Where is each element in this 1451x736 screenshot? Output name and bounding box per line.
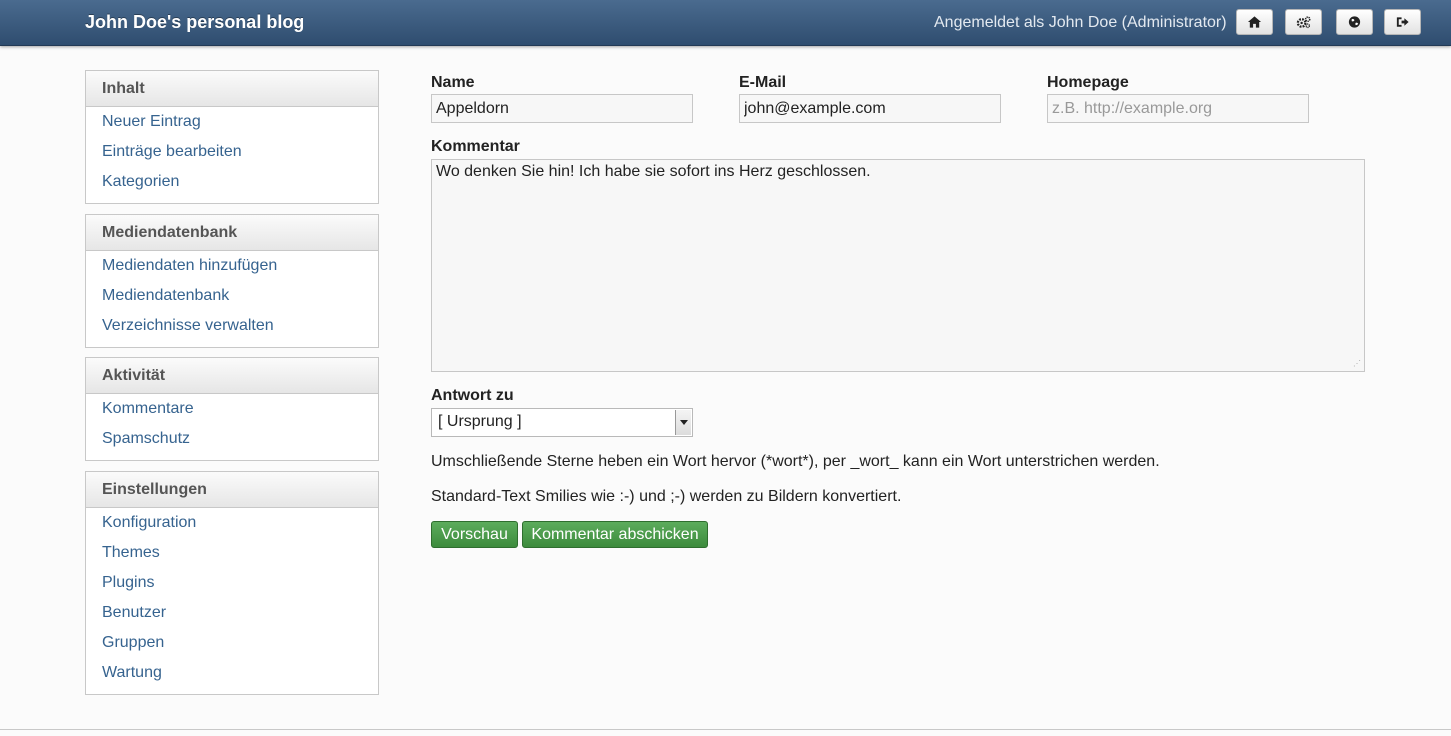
sidebar-item-neuer-eintrag[interactable]: Neuer Eintrag — [86, 111, 378, 141]
sidebar-panel-mediendatenbank: Mediendatenbank Mediendaten hinzufügen M… — [85, 214, 379, 348]
resize-grip-icon[interactable]: ⋰ — [1353, 360, 1363, 370]
sidebar-item-kategorien[interactable]: Kategorien — [86, 171, 378, 201]
settings-button[interactable] — [1285, 9, 1322, 35]
gears-icon — [1296, 16, 1311, 29]
sidebar-item-eintraege-bearbeiten[interactable]: Einträge bearbeiten — [86, 141, 378, 171]
sidebar-item-wartung[interactable]: Wartung — [86, 662, 378, 692]
home-icon — [1247, 16, 1262, 28]
panel-title: Einstellungen — [86, 472, 378, 508]
sidebar-item-kommentare[interactable]: Kommentare — [86, 398, 378, 428]
reply-to-label: Antwort zu — [431, 387, 514, 404]
markup-hint: Umschließende Sterne heben ein Wort herv… — [431, 453, 1160, 470]
comment-label: Kommentar — [431, 138, 520, 155]
smilies-hint: Standard-Text Smilies wie :-) und ;-) we… — [431, 488, 902, 505]
blog-title[interactable]: John Doe's personal blog — [85, 12, 304, 33]
globe-icon — [1348, 16, 1361, 28]
sidebar-panel-inhalt: Inhalt Neuer Eintrag Einträge bearbeiten… — [85, 70, 379, 204]
panel-title: Mediendatenbank — [86, 215, 378, 251]
preview-button[interactable]: Vorschau — [431, 521, 518, 548]
name-label: Name — [431, 74, 475, 91]
sidebar-item-plugins[interactable]: Plugins — [86, 572, 378, 602]
view-site-button[interactable] — [1336, 9, 1373, 35]
home-button[interactable] — [1236, 9, 1273, 35]
reply-to-select[interactable]: [ Ursprung ] — [431, 408, 693, 437]
sidebar-panel-einstellungen: Einstellungen Konfiguration Themes Plugi… — [85, 471, 379, 695]
footer-divider — [0, 729, 1451, 730]
logout-button[interactable] — [1384, 9, 1421, 35]
dropdown-arrow-icon[interactable] — [675, 410, 691, 435]
sidebar-item-mediendatenbank[interactable]: Mediendatenbank — [86, 285, 378, 315]
sidebar-item-mediendaten-hinzufuegen[interactable]: Mediendaten hinzufügen — [86, 255, 378, 285]
user-status: Angemeldet als John Doe (Administrator) — [934, 14, 1227, 31]
homepage-label: Homepage — [1047, 74, 1129, 91]
panel-title: Inhalt — [86, 71, 378, 107]
panel-title: Aktivität — [86, 358, 378, 394]
sidebar-item-konfiguration[interactable]: Konfiguration — [86, 512, 378, 542]
sidebar-item-gruppen[interactable]: Gruppen — [86, 632, 378, 662]
homepage-field[interactable] — [1047, 94, 1309, 123]
sidebar-item-themes[interactable]: Themes — [86, 542, 378, 572]
name-field[interactable] — [431, 94, 693, 123]
reply-to-selected: [ Ursprung ] — [438, 413, 522, 430]
top-navbar: John Doe's personal blog Angemeldet als … — [0, 0, 1451, 46]
logout-icon — [1396, 17, 1409, 27]
email-field[interactable] — [739, 94, 1001, 123]
sidebar-item-verzeichnisse-verwalten[interactable]: Verzeichnisse verwalten — [86, 315, 378, 345]
submit-comment-button[interactable]: Kommentar abschicken — [522, 521, 708, 548]
sidebar-panel-aktivitaet: Aktivität Kommentare Spamschutz — [85, 357, 379, 461]
comment-textarea[interactable]: Wo denken Sie hin! Ich habe sie sofort i… — [431, 159, 1365, 372]
email-label: E-Mail — [739, 74, 787, 91]
sidebar-item-benutzer[interactable]: Benutzer — [86, 602, 378, 632]
sidebar-item-spamschutz[interactable]: Spamschutz — [86, 428, 378, 458]
